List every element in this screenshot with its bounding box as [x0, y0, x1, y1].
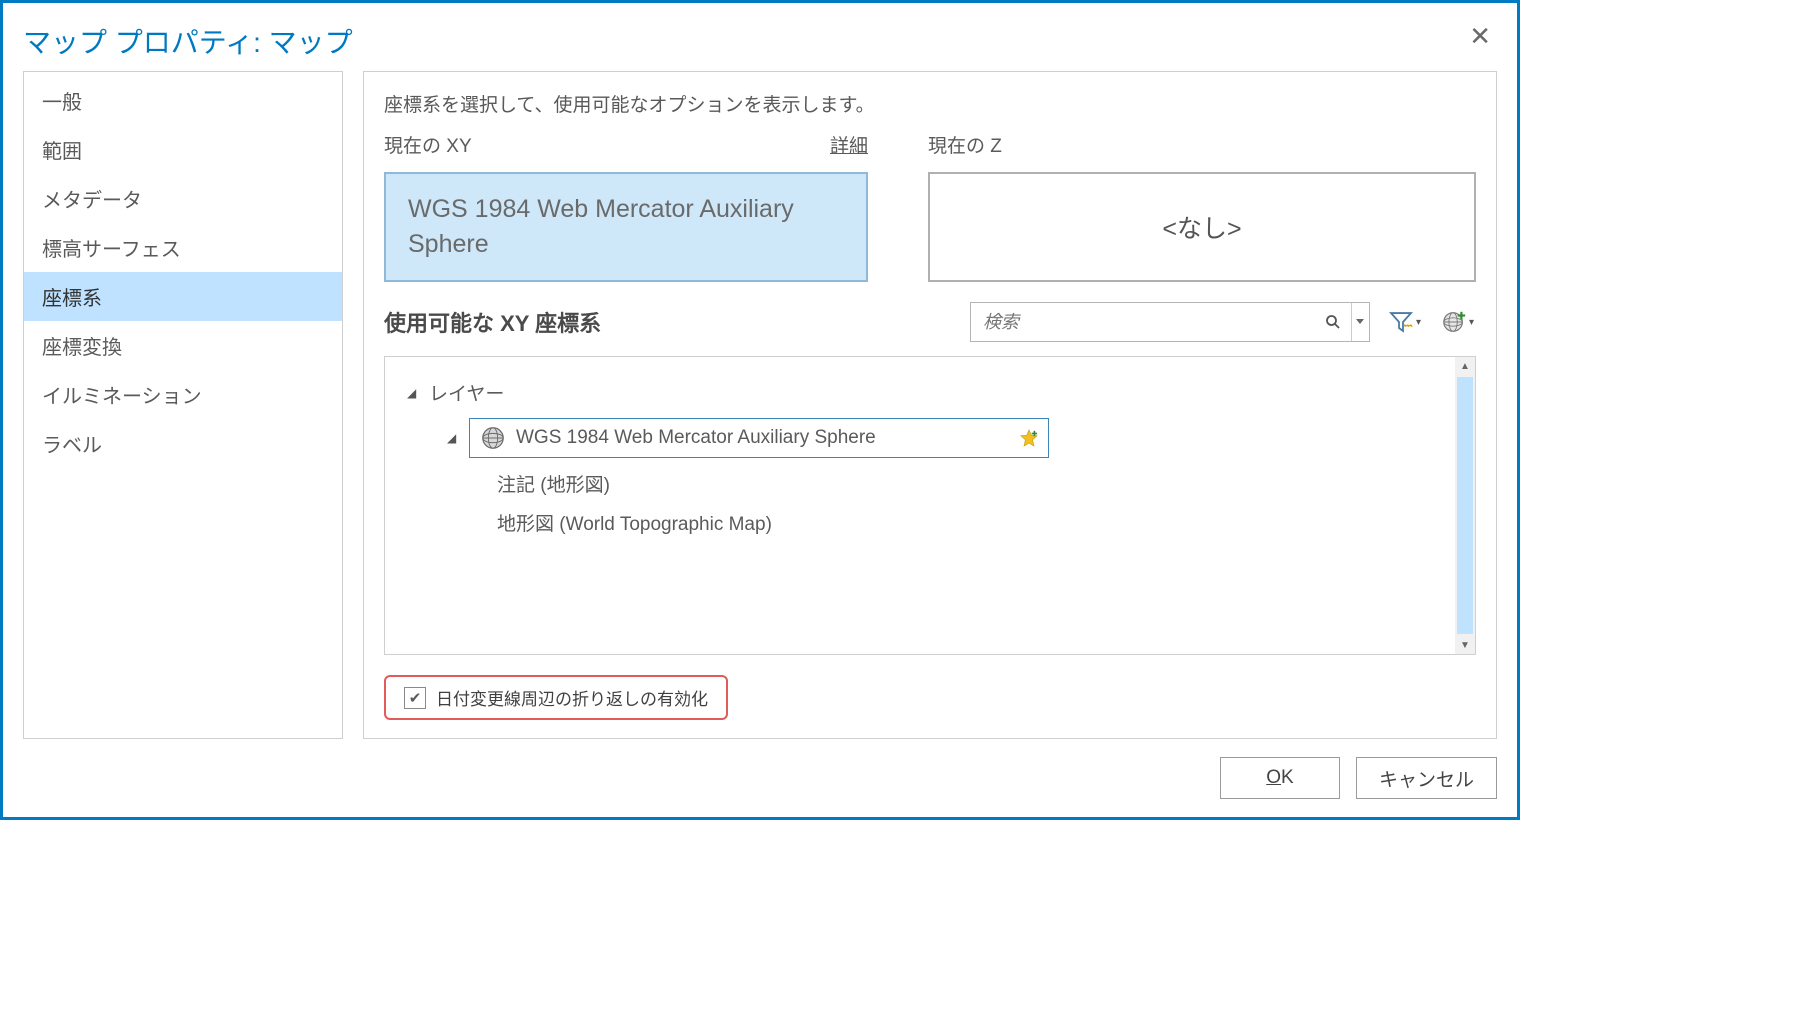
tree-leaf-topographic[interactable]: 地形図 (World Topographic Map): [407, 503, 1445, 542]
tree-content: ◢ レイヤー ◢: [385, 357, 1455, 654]
chevron-down-icon: ▾: [1469, 317, 1474, 328]
titlebar: マップ プロパティ: マップ ✕: [3, 3, 1517, 71]
main-panel: 座標系を選択して、使用可能なオプションを表示します。 現在の XY 詳細 現在の…: [363, 71, 1497, 739]
scroll-up-icon[interactable]: ▲: [1455, 357, 1475, 375]
label-row: 現在の XY 詳細 現在の Z: [384, 131, 1476, 158]
tree-leaf-label: 地形図 (World Topographic Map): [497, 509, 772, 536]
add-coordinate-system-button[interactable]: ▾: [1439, 307, 1476, 337]
sidebar: 一般 範囲 メタデータ 標高サーフェス 座標系 座標変換 イルミネーション ラベ…: [23, 71, 343, 739]
tree-node-wgs1984[interactable]: WGS 1984 Web Mercator Auxiliary Sphere: [469, 418, 1049, 458]
collapse-icon[interactable]: ◢: [447, 431, 461, 445]
globe-add-icon: [1441, 309, 1467, 335]
dialog-footer: OK キャンセル: [3, 739, 1517, 817]
current-xy-label: 現在の XY: [384, 131, 472, 158]
filter-button[interactable]: ▾: [1386, 307, 1423, 337]
scroll-down-icon[interactable]: ▼: [1455, 636, 1475, 654]
current-values-row: WGS 1984 Web Mercator Auxiliary Sphere <…: [384, 172, 1476, 282]
tree-node-layers[interactable]: ◢ レイヤー: [407, 373, 1445, 412]
chevron-down-icon: ▾: [1416, 317, 1421, 328]
tree-node-label: WGS 1984 Web Mercator Auxiliary Sphere: [516, 427, 876, 449]
tree-node-selected-wrap: ◢ WGS 1984 Web Mercator Auxiliary Sphere: [407, 412, 1445, 464]
dialog-body: 一般 範囲 メタデータ 標高サーフェス 座標系 座標変換 イルミネーション ラベ…: [3, 71, 1517, 739]
search-dropdown-icon[interactable]: [1351, 303, 1369, 341]
collapse-icon: ◢: [407, 386, 421, 400]
tree-leaf-annotation[interactable]: 注記 (地形図): [407, 464, 1445, 503]
scroll-thumb[interactable]: [1457, 377, 1473, 634]
tree-leaf-label: 注記 (地形図): [497, 470, 610, 497]
dialog-title: マップ プロパティ: マップ: [23, 21, 353, 61]
sidebar-item-extent[interactable]: 範囲: [24, 125, 342, 174]
vertical-scrollbar[interactable]: ▲ ▼: [1455, 357, 1475, 654]
search-box: [970, 302, 1370, 342]
details-link[interactable]: 詳細: [830, 131, 868, 158]
search-input[interactable]: [971, 312, 1315, 333]
current-z-label: 現在の Z: [928, 131, 1002, 158]
wrap-date-line-label: 日付変更線周辺の折り返しの有効化: [436, 685, 708, 710]
globe-icon: [480, 425, 506, 451]
wrap-date-line-checkbox[interactable]: ✔: [404, 687, 426, 709]
search-icon[interactable]: [1315, 303, 1351, 341]
available-header-row: 使用可能な XY 座標系 ▾: [384, 302, 1476, 342]
sidebar-item-metadata[interactable]: メタデータ: [24, 174, 342, 223]
close-icon[interactable]: ✕: [1463, 21, 1497, 52]
dialog-window: マップ プロパティ: マップ ✕ 一般 範囲 メタデータ 標高サーフェス 座標系…: [0, 0, 1520, 820]
tree-node-label: レイヤー: [429, 379, 504, 406]
current-z-box[interactable]: <なし>: [928, 172, 1476, 282]
sidebar-item-coordinate-system[interactable]: 座標系: [24, 272, 342, 321]
current-xy-box[interactable]: WGS 1984 Web Mercator Auxiliary Sphere: [384, 172, 868, 282]
ok-button[interactable]: OK: [1220, 757, 1340, 799]
available-xy-label: 使用可能な XY 座標系: [384, 306, 601, 338]
favorite-star-icon[interactable]: [1020, 429, 1038, 447]
instruction-text: 座標系を選択して、使用可能なオプションを表示します。: [384, 90, 1476, 117]
coordinate-tree-panel: ◢ レイヤー ◢: [384, 356, 1476, 655]
sidebar-item-general[interactable]: 一般: [24, 76, 342, 125]
sidebar-item-labels[interactable]: ラベル: [24, 419, 342, 468]
sidebar-item-illumination[interactable]: イルミネーション: [24, 370, 342, 419]
date-line-wrap-option: ✔ 日付変更線周辺の折り返しの有効化: [384, 675, 728, 720]
cancel-button[interactable]: キャンセル: [1356, 757, 1497, 799]
funnel-icon: [1388, 309, 1414, 335]
sidebar-item-elevation-surface[interactable]: 標高サーフェス: [24, 223, 342, 272]
sidebar-item-transformation[interactable]: 座標変換: [24, 321, 342, 370]
